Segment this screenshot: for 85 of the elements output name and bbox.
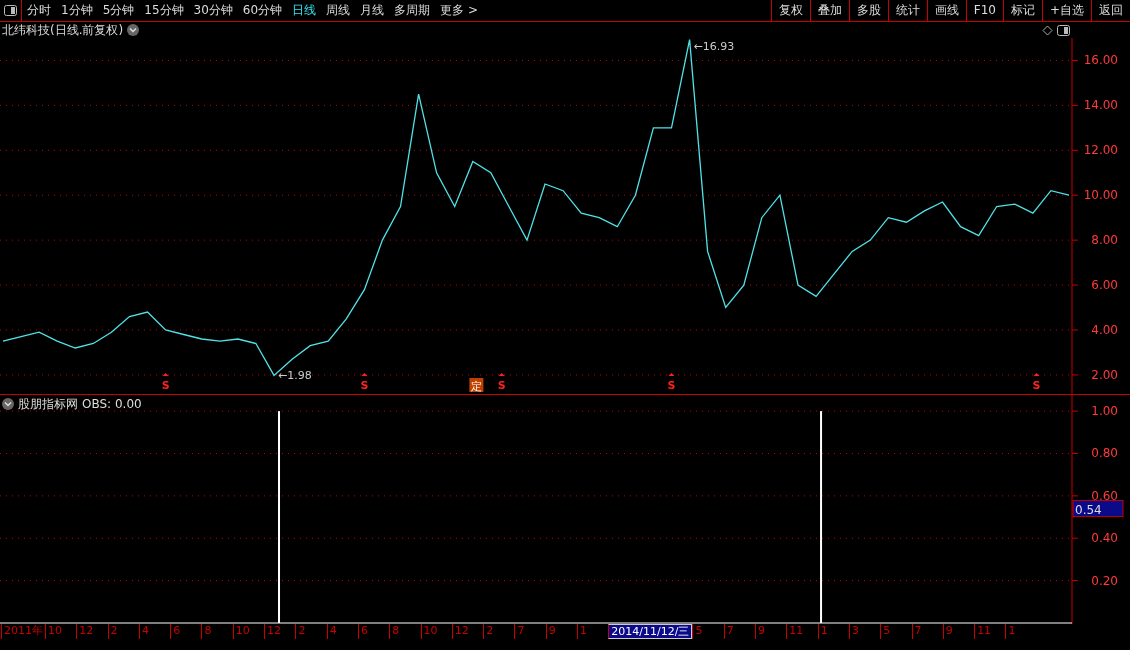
axis-label: 14.00 [1083, 98, 1118, 113]
period-tab[interactable]: 多周期 [389, 0, 436, 21]
toolbar-button[interactable]: 多股 [848, 0, 888, 21]
time-axis-label: 4 [138, 624, 171, 639]
time-axis-label: 9 [942, 624, 975, 639]
up-arrow-icon [1033, 373, 1040, 376]
axis-label: 12.00 [1083, 143, 1118, 158]
up-arrow-icon [162, 373, 169, 376]
indicator-title: 股朋指标网 [18, 395, 78, 413]
time-axis-label: 3 [848, 624, 881, 639]
time-axis-label: 10 [232, 624, 265, 639]
price-extreme-label: ←1.98 [278, 369, 312, 383]
time-axis-label: 5 [880, 624, 912, 639]
dropdown-icon[interactable] [127, 24, 140, 36]
period-tab[interactable]: 1分钟 [56, 0, 98, 21]
time-axis-label: 2011年 [1, 624, 45, 639]
axis-label: 16.00 [1083, 53, 1118, 68]
toolbar-button[interactable]: 画线 [926, 0, 966, 21]
axis-label: 1.00 [1091, 404, 1118, 419]
time-axis-label: 1 [817, 624, 849, 639]
chart-title: 北纬科技(日线.前复权) [2, 21, 124, 39]
time-axis-label: 7 [911, 624, 943, 639]
signal-marker: S [497, 379, 506, 392]
time-axis-label: 2014/11/12/三 [608, 624, 693, 639]
time-axis-label: 7 [514, 624, 546, 639]
price-extreme-label: ←16.93 [693, 40, 735, 53]
time-axis-label: 8 [201, 624, 233, 639]
time-axis-label: 11 [974, 624, 1006, 639]
axis-label: 0.80 [1091, 446, 1118, 461]
period-tab[interactable]: 60分钟 [237, 0, 288, 21]
time-axis-label: 12 [451, 624, 484, 639]
toolbar-button[interactable]: 标记 [1002, 0, 1042, 21]
period-tab[interactable]: 30分钟 [188, 0, 238, 21]
time-axis-label: 2 [295, 624, 327, 639]
period-tab[interactable]: 日线 [287, 0, 322, 21]
tag-marker: 定 [469, 378, 484, 393]
period-tab[interactable]: 5分钟 [97, 0, 140, 21]
period-tab[interactable]: 分时 [22, 0, 56, 21]
signal-marker: S [360, 379, 369, 392]
time-axis-label: 2 [483, 624, 515, 639]
axis-label: 0.40 [1091, 531, 1118, 546]
period-tab[interactable]: 更多 > [435, 0, 483, 21]
time-axis-label: 12 [76, 624, 108, 639]
toolbar-button[interactable]: +自选 [1041, 0, 1091, 21]
toolbar-button[interactable]: 统计 [887, 0, 927, 21]
time-axis-label: 11 [786, 624, 818, 639]
time-axis-label: 6 [170, 624, 202, 639]
time-axis-label: 8 [389, 624, 421, 639]
toolbar-button[interactable]: 复权 [770, 0, 810, 21]
panel-toggle-icon[interactable] [4, 5, 17, 16]
period-tab[interactable]: 月线 [355, 0, 390, 21]
time-axis-label: 9 [545, 624, 578, 639]
axis-label: 8.00 [1091, 233, 1118, 248]
time-axis-label: 4 [326, 624, 358, 639]
period-tab[interactable]: 15分钟 [139, 0, 189, 21]
dropdown-icon[interactable] [2, 398, 14, 410]
axis-label: 0.20 [1091, 573, 1118, 588]
axis-label: 0.60 [1091, 488, 1118, 503]
up-arrow-icon [668, 373, 675, 376]
axis-label: 6.00 [1091, 278, 1118, 293]
diamond-icon[interactable] [1042, 24, 1053, 36]
axis-label: 2.00 [1091, 367, 1118, 382]
toolbar-button[interactable]: F10 [965, 0, 1003, 21]
signal-marker: S [1032, 379, 1041, 392]
up-arrow-icon [361, 373, 368, 376]
up-arrow-icon [498, 373, 505, 376]
time-axis-label: 7 [723, 624, 756, 639]
period-tab[interactable]: 周线 [321, 0, 356, 21]
toolbar-button[interactable]: 叠加 [809, 0, 849, 21]
panel-toggle-icon[interactable] [1057, 24, 1070, 36]
time-axis-label: 9 [755, 624, 787, 639]
signal-marker: S [667, 379, 676, 392]
toolbar-button[interactable]: 返回 [1091, 0, 1130, 21]
time-axis-label: 5 [692, 624, 724, 639]
indicator-reading: OBS: 0.00 [82, 397, 142, 411]
cursor-value: 0.54 [1075, 502, 1102, 517]
time-axis-label: 12 [264, 624, 296, 639]
axis-label: 4.00 [1091, 323, 1118, 337]
axis-label: 10.00 [1083, 188, 1118, 203]
time-axis-label: 6 [357, 624, 390, 639]
signal-marker: S [161, 379, 170, 392]
time-axis-label: 1 [1005, 624, 1037, 639]
time-axis-label: 10 [420, 624, 452, 639]
time-axis-label: 10 [45, 624, 77, 639]
time-axis-label: 2 [107, 624, 139, 639]
